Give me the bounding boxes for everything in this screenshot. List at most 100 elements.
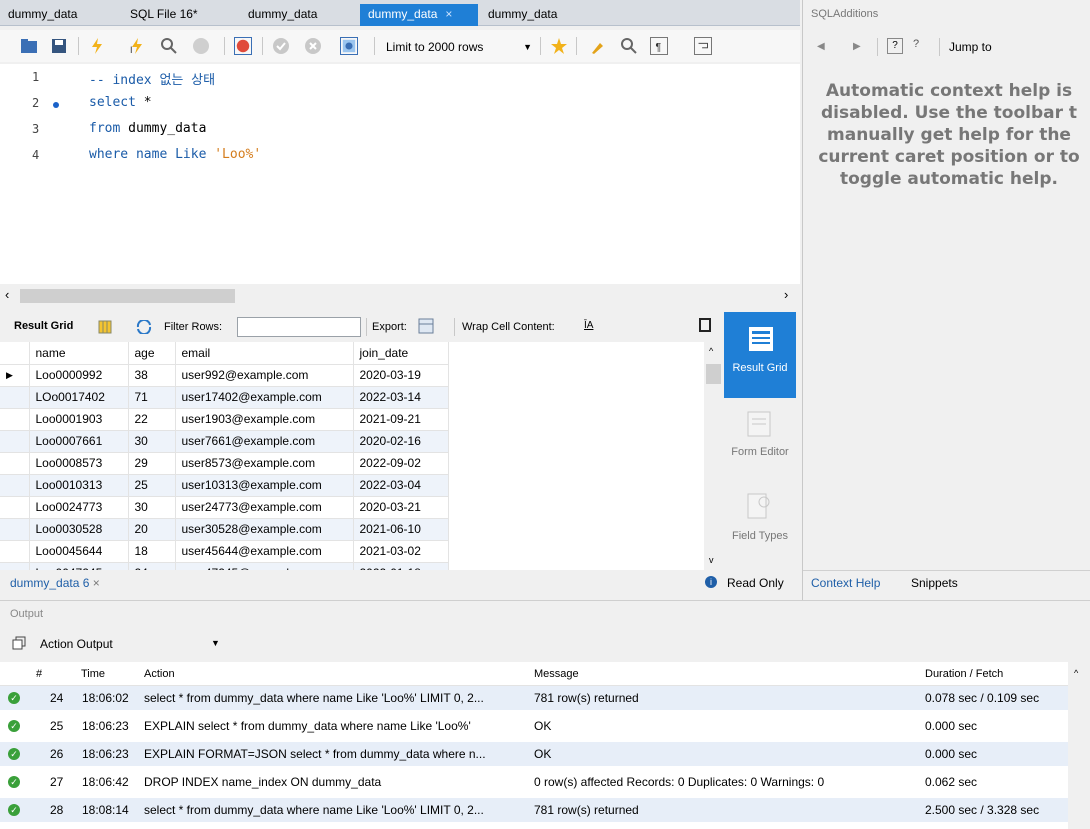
- scroll-thumb[interactable]: [20, 289, 235, 303]
- cell-email[interactable]: user17402@example.com: [175, 386, 354, 409]
- cell-join-date[interactable]: 2020-03-21: [353, 496, 449, 519]
- sql-editor[interactable]: 1 -- index 없는 상태 2 select * 3 from dummy…: [0, 64, 800, 284]
- execute-lightning-icon[interactable]: [88, 37, 106, 55]
- scroll-left-icon[interactable]: ‹: [5, 287, 9, 302]
- output-row[interactable]: ✓ 24 18:06:02 select * from dummy_data wher…: [0, 686, 1068, 710]
- autocommit-toggle-icon[interactable]: [340, 37, 358, 55]
- cell-age[interactable]: 30: [128, 496, 176, 519]
- toggle-continue-on-error-icon[interactable]: [234, 37, 252, 55]
- table-row[interactable]: Loo0030528 20 user30528@example.com 2021-06…: [0, 518, 449, 541]
- open-folder-icon[interactable]: [20, 37, 38, 55]
- cell-join-date[interactable]: 2022-03-04: [353, 474, 449, 497]
- output-row[interactable]: ✓ 26 18:06:23 EXPLAIN FORMAT=JSON select * …: [0, 742, 1068, 766]
- close-icon[interactable]: ×: [93, 576, 100, 590]
- tab-context-help[interactable]: Context Help: [811, 576, 880, 590]
- cell-age[interactable]: 38: [128, 364, 176, 387]
- tab-dummy-data-3[interactable]: dummy_data: [480, 4, 588, 26]
- jump-to-select[interactable]: Jump to: [949, 40, 992, 54]
- output-vertical-scrollbar[interactable]: ^: [1068, 662, 1090, 829]
- wrap-lines-icon[interactable]: [694, 37, 712, 55]
- cell-email[interactable]: user30528@example.com: [175, 518, 354, 541]
- scroll-right-icon[interactable]: ›: [784, 287, 788, 302]
- cell-join-date[interactable]: 2020-03-19: [353, 364, 449, 387]
- row-indicator[interactable]: [0, 496, 30, 519]
- cell-age[interactable]: 22: [128, 408, 176, 431]
- cell-name[interactable]: Loo0001903: [29, 408, 129, 431]
- cell-email[interactable]: user992@example.com: [175, 364, 354, 387]
- execute-current-icon[interactable]: I: [128, 37, 146, 55]
- result-tab-dummy-data-6[interactable]: dummy_data 6 ×: [10, 576, 100, 590]
- auto-help-toggle-icon[interactable]: ?: [913, 38, 919, 50]
- row-indicator[interactable]: [0, 540, 30, 563]
- table-row[interactable]: Loo0007661 30 user7661@example.com 2020-02-…: [0, 430, 449, 453]
- row-indicator[interactable]: [0, 562, 30, 570]
- row-indicator[interactable]: ▶: [0, 364, 30, 387]
- cell-age[interactable]: 71: [128, 386, 176, 409]
- cell-join-date[interactable]: 2021-09-21: [353, 408, 449, 431]
- column-header-email[interactable]: email: [175, 342, 354, 365]
- table-row[interactable]: Loo0008573 29 user8573@example.com 2022-09-…: [0, 452, 449, 475]
- table-row[interactable]: LOo0017402 71 user17402@example.com 2022-03…: [0, 386, 449, 409]
- cell-email[interactable]: user1903@example.com: [175, 408, 354, 431]
- result-grid-view-button[interactable]: Result Grid: [724, 312, 796, 398]
- cell-name[interactable]: Loo0024773: [29, 496, 129, 519]
- grid-layout-icon[interactable]: [98, 320, 112, 334]
- explain-magnifier-icon[interactable]: [160, 37, 178, 55]
- column-header-join-date[interactable]: join_date: [353, 342, 449, 365]
- scroll-up-icon[interactable]: ^: [1074, 668, 1078, 678]
- table-row[interactable]: Loo004724524user47245@example.com2022-01…: [0, 562, 449, 570]
- filter-rows-input[interactable]: [237, 317, 361, 337]
- wrap-cell-icon[interactable]: ĪA: [584, 320, 593, 331]
- result-grid[interactable]: name age email join_date ▶ Loo0000992 38 us…: [0, 342, 704, 570]
- table-row[interactable]: Loo0001903 22 user1903@example.com 2021-09-…: [0, 408, 449, 431]
- forward-arrow-icon[interactable]: ▶: [853, 41, 861, 52]
- output-row[interactable]: ✓ 28 18:08:14 select * from dummy_data wher…: [0, 798, 1068, 822]
- tab-dummy-data-2[interactable]: dummy_data: [240, 4, 348, 26]
- invisible-chars-icon[interactable]: ¶: [650, 37, 668, 55]
- output-grid[interactable]: # Time Action Message Duration / Fetch ✓…: [0, 662, 1068, 829]
- cell-join-date[interactable]: 2022-01-18: [353, 562, 449, 570]
- cell-age[interactable]: 25: [128, 474, 176, 497]
- commit-icon[interactable]: [272, 37, 290, 55]
- save-icon[interactable]: [50, 37, 68, 55]
- form-editor-icon[interactable]: [746, 410, 772, 438]
- field-types-icon[interactable]: [746, 492, 772, 520]
- cell-email[interactable]: user8573@example.com: [175, 452, 354, 475]
- cell-join-date[interactable]: 2021-03-02: [353, 540, 449, 563]
- scroll-up-icon[interactable]: ^: [709, 346, 713, 356]
- cell-age[interactable]: 29: [128, 452, 176, 475]
- beautify-brush-icon[interactable]: [590, 37, 608, 55]
- cell-name[interactable]: Loo0000992: [29, 364, 129, 387]
- cell-email[interactable]: user24773@example.com: [175, 496, 354, 519]
- cell-join-date[interactable]: 2020-02-16: [353, 430, 449, 453]
- row-indicator[interactable]: [0, 452, 30, 475]
- row-indicator[interactable]: [0, 518, 30, 541]
- cell-name[interactable]: Loo0007661: [29, 430, 129, 453]
- limit-rows-select[interactable]: Limit to 2000 rows ▼: [386, 38, 536, 56]
- chevron-down-icon[interactable]: ▼: [211, 638, 220, 648]
- cell-name[interactable]: Loo0010313: [29, 474, 129, 497]
- tab-dummy-data-active[interactable]: dummy_data ×: [360, 4, 478, 26]
- cell-join-date[interactable]: 2021-06-10: [353, 518, 449, 541]
- field-types-label[interactable]: Field Types: [728, 530, 792, 542]
- back-arrow-icon[interactable]: ◀: [817, 41, 825, 52]
- scroll-down-icon[interactable]: v: [709, 555, 714, 565]
- tab-dummy-data-1[interactable]: dummy_data: [0, 4, 108, 26]
- cell-age[interactable]: 30: [128, 430, 176, 453]
- stop-hand-icon[interactable]: [192, 37, 210, 55]
- output-row[interactable]: ✓ 27 18:06:42 DROP INDEX name_index ON dumm…: [0, 770, 1068, 794]
- cell-join-date[interactable]: 2022-03-14: [353, 386, 449, 409]
- row-indicator[interactable]: [0, 430, 30, 453]
- output-row[interactable]: ✓ 25 18:06:23 EXPLAIN select * from dummy_d…: [0, 714, 1068, 738]
- table-row[interactable]: Loo0045644 18 user45644@example.com 2021-03…: [0, 540, 449, 563]
- cell-email[interactable]: user47245@example.com: [175, 562, 354, 570]
- scroll-thumb[interactable]: [706, 364, 721, 384]
- cell-name[interactable]: Loo0047245: [29, 562, 129, 570]
- row-indicator[interactable]: [0, 408, 30, 431]
- row-indicator[interactable]: [0, 386, 30, 409]
- editor-horizontal-scrollbar[interactable]: ‹ ›: [0, 284, 800, 308]
- cell-email[interactable]: user45644@example.com: [175, 540, 354, 563]
- cell-age[interactable]: 18: [128, 540, 176, 563]
- table-row[interactable]: Loo0010313 25 user10313@example.com 2022-03…: [0, 474, 449, 497]
- cell-age[interactable]: 20: [128, 518, 176, 541]
